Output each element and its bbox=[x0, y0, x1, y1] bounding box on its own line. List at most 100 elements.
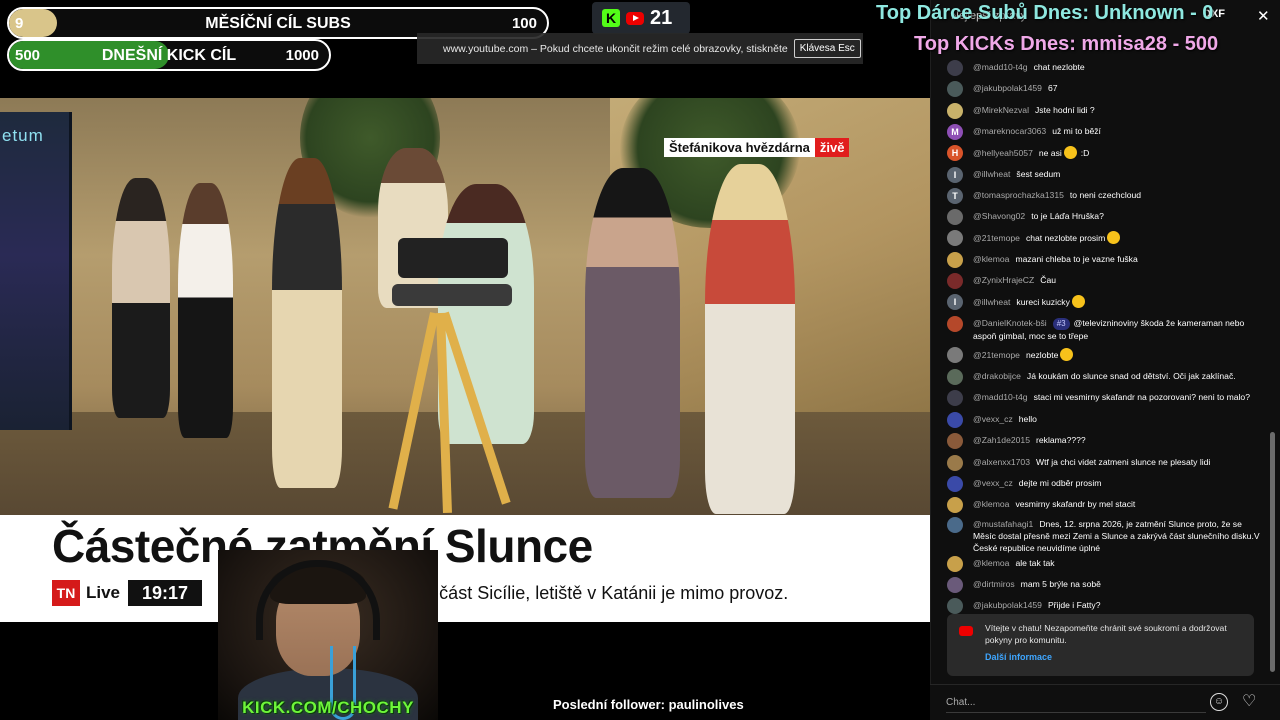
avatar[interactable] bbox=[947, 230, 963, 246]
chat-message[interactable]: @alxenxx1703 Wtf ja chci videt zatmeni sl… bbox=[947, 455, 1265, 471]
chat-username[interactable]: @tomasprochazka1315 bbox=[973, 190, 1064, 200]
chat-message[interactable]: @klemoa vesmirny skafandr by mel stacit bbox=[947, 497, 1265, 513]
avatar[interactable] bbox=[947, 577, 963, 593]
chat-username[interactable]: @jakubpolak1459 bbox=[973, 83, 1042, 93]
chat-message[interactable]: @madd10-t4g chat nezlobte bbox=[947, 60, 1265, 76]
chat-username[interactable]: @mareknocar3063 bbox=[973, 126, 1046, 136]
chat-message[interactable]: @21temope chat nezlobte prosim bbox=[947, 230, 1265, 246]
chat-username[interactable]: @klemoa bbox=[973, 254, 1009, 264]
chat-username[interactable]: @madd10-t4g bbox=[973, 392, 1028, 402]
chat-message[interactable]: @Shavong02 to je Láďa Hruška? bbox=[947, 209, 1265, 225]
learn-more-link[interactable]: Další informace bbox=[985, 652, 1052, 662]
kick-goal-label: DNEŠNÍ KICK CÍL bbox=[101, 47, 237, 64]
avatar[interactable]: I bbox=[947, 294, 963, 310]
avatar[interactable] bbox=[947, 316, 963, 332]
chat-message[interactable]: @Zah1de2015 reklama???? bbox=[947, 433, 1265, 449]
avatar[interactable]: M bbox=[947, 124, 963, 140]
chat-username[interactable]: @Zah1de2015 bbox=[973, 435, 1030, 445]
emoji-picker-icon[interactable]: ☺ bbox=[1210, 693, 1228, 711]
close-icon[interactable]: ✕ bbox=[1257, 7, 1270, 25]
viewer-counter: K 21 bbox=[592, 2, 690, 34]
chat-username[interactable]: @vexx_cz bbox=[973, 478, 1013, 488]
avatar[interactable] bbox=[947, 390, 963, 406]
chat-username[interactable]: @illwheat bbox=[973, 297, 1010, 307]
heart-icon[interactable]: ♡ bbox=[1242, 693, 1256, 711]
chat-message[interactable]: @mustafahagi1 Dnes, 12. srpna 2026, je za… bbox=[947, 517, 1265, 554]
avatar[interactable] bbox=[947, 598, 963, 614]
chat-username[interactable]: @klemoa bbox=[973, 499, 1009, 509]
chat-message[interactable]: I @illwheat kureci kuzicky bbox=[947, 294, 1265, 310]
chat-message[interactable]: @jakubpolak1459 Přijde i Fatty? bbox=[947, 598, 1265, 614]
chat-username[interactable]: @alxenxx1703 bbox=[973, 457, 1030, 467]
chat-message-content: @klemoa mazani chleba to je vazne fuška bbox=[973, 253, 1138, 265]
chat-username[interactable]: @dirtmiros bbox=[973, 579, 1015, 589]
chat-message[interactable]: I @illwheat šest sedum bbox=[947, 167, 1265, 183]
avatar[interactable] bbox=[947, 103, 963, 119]
chat-username[interactable]: @madd10-t4g bbox=[973, 62, 1028, 72]
video-person bbox=[705, 164, 795, 514]
chat-username[interactable]: @drakobijce bbox=[973, 371, 1021, 381]
chat-username[interactable]: @MirekNezval bbox=[973, 105, 1029, 115]
chat-message-content: @jakubpolak1459 Přijde i Fatty? bbox=[973, 599, 1100, 611]
chat-username[interactable]: @jakubpolak1459 bbox=[973, 600, 1042, 610]
emoji-icon bbox=[1071, 295, 1085, 308]
chat-username[interactable]: @21temope bbox=[973, 350, 1020, 360]
chat-message[interactable]: @klemoa mazani chleba to je vazne fuška bbox=[947, 252, 1265, 268]
chat-username[interactable]: @21temope bbox=[973, 233, 1020, 243]
chat-message[interactable]: H @hellyeah5057 ne asi:D bbox=[947, 145, 1265, 161]
avatar[interactable] bbox=[947, 517, 963, 533]
chat-username[interactable]: @ZynixHrajeCZ bbox=[973, 275, 1034, 285]
banner-text: etum bbox=[2, 126, 44, 145]
chat-username[interactable]: @klemoa bbox=[973, 558, 1009, 568]
avatar[interactable] bbox=[947, 556, 963, 572]
chat-username[interactable]: @DanielKnotek-bši bbox=[973, 318, 1047, 328]
avatar[interactable] bbox=[947, 369, 963, 385]
avatar[interactable] bbox=[947, 81, 963, 97]
last-follower: Poslední follower: paulinolives bbox=[553, 697, 744, 712]
chat-scrollbar[interactable] bbox=[1270, 432, 1275, 672]
chat-message-content: @illwheat kureci kuzicky bbox=[973, 295, 1085, 308]
chat-message-text: to neni czechcloud bbox=[1069, 190, 1142, 200]
avatar[interactable]: H bbox=[947, 145, 963, 161]
chat-username[interactable]: @mustafahagi1 bbox=[973, 519, 1033, 529]
chat-message-text: vesmirny skafandr by mel stacit bbox=[1015, 499, 1136, 509]
avatar[interactable] bbox=[947, 412, 963, 428]
chat-message[interactable]: @21temope nezlobte bbox=[947, 347, 1265, 363]
chat-username[interactable]: @illwheat bbox=[973, 169, 1010, 179]
avatar[interactable] bbox=[947, 476, 963, 492]
chat-message-content: @vexx_cz hello bbox=[973, 413, 1037, 425]
chat-message[interactable]: @drakobijce Já koukám do slunce snad od d… bbox=[947, 369, 1265, 385]
avatar[interactable] bbox=[947, 347, 963, 363]
esc-key-hint[interactable]: Klávesa Esc bbox=[793, 39, 861, 58]
chat-message[interactable]: @jakubpolak1459 67 bbox=[947, 81, 1265, 97]
chat-username[interactable]: @hellyeah5057 bbox=[973, 148, 1033, 158]
avatar[interactable] bbox=[947, 252, 963, 268]
chat-message[interactable]: @vexx_cz hello bbox=[947, 412, 1265, 428]
chat-message-content: @dirtmiros mam 5 brýle na sobě bbox=[973, 578, 1101, 590]
chat-message[interactable]: @dirtmiros mam 5 brýle na sobě bbox=[947, 577, 1265, 593]
chat-message[interactable]: M @mareknocar3063 už mi to běží bbox=[947, 124, 1265, 140]
avatar[interactable]: I bbox=[947, 167, 963, 183]
chat-message[interactable]: T @tomasprochazka1315 to neni czechcloud bbox=[947, 188, 1265, 204]
avatar[interactable] bbox=[947, 497, 963, 513]
chat-message[interactable]: @DanielKnotek-bši #3 @televizninoviny škod… bbox=[947, 316, 1265, 342]
avatar[interactable] bbox=[947, 455, 963, 471]
avatar[interactable] bbox=[947, 60, 963, 76]
avatar[interactable] bbox=[947, 209, 963, 225]
chat-message[interactable]: @madd10-t4g staci mi vesmirny skafandr na… bbox=[947, 390, 1265, 406]
chat-input[interactable] bbox=[946, 693, 1206, 713]
chat-message-text: chat nezlobte bbox=[1033, 62, 1085, 72]
chat-message[interactable]: @klemoa ale tak tak bbox=[947, 556, 1265, 572]
chat-welcome-notice: Vítejte v chatu! Nezapomeňte chránit své… bbox=[947, 614, 1254, 676]
chat-message[interactable]: @vexx_cz dejte mi odběr prosim bbox=[947, 476, 1265, 492]
video-player[interactable]: etum Štefánikova hvězdárna živě Částečné… bbox=[0, 98, 930, 622]
chat-message[interactable]: @MirekNezval Jste hodní lidi ? bbox=[947, 103, 1265, 119]
avatar[interactable] bbox=[947, 273, 963, 289]
chat-message[interactable]: @ZynixHrajeCZ Čau bbox=[947, 273, 1265, 289]
avatar[interactable] bbox=[947, 433, 963, 449]
fullscreen-notice-text: www.youtube.com – Pokud chcete ukončit r… bbox=[443, 42, 788, 55]
avatar[interactable]: T bbox=[947, 188, 963, 204]
chat-username[interactable]: @Shavong02 bbox=[973, 211, 1025, 221]
chat-message-content: @tomasprochazka1315 to neni czechcloud bbox=[973, 189, 1141, 201]
chat-username[interactable]: @vexx_cz bbox=[973, 414, 1013, 424]
